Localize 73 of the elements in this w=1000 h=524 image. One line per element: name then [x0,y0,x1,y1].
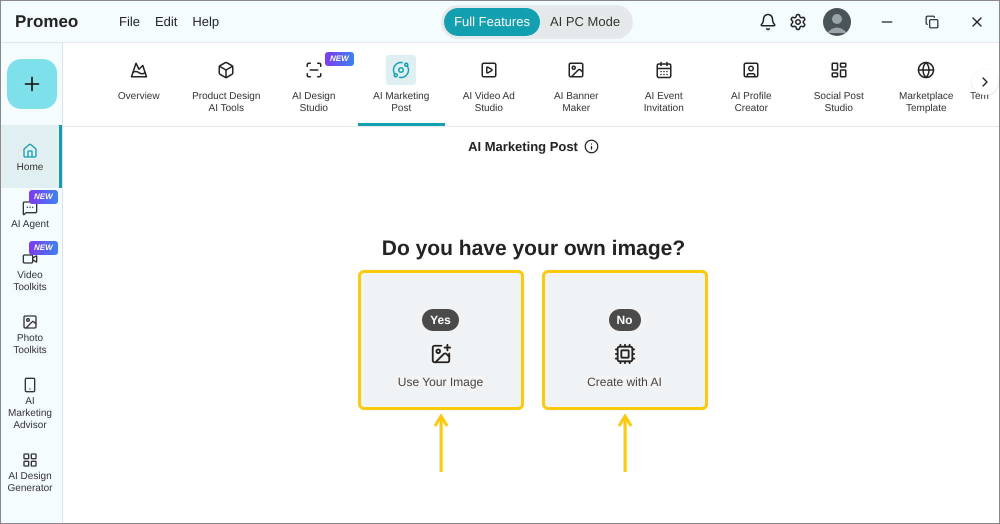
user-icon [742,61,760,79]
tool-tab[interactable]: Social Post Studio [795,43,882,126]
new-badge: NEW [29,241,58,255]
avatar[interactable] [823,8,851,36]
sidebar-item[interactable]: Photo Toolkits [1,302,62,365]
menu-item[interactable]: File [119,12,140,32]
tool-tab[interactable]: NEW AI Design Studio [270,43,358,126]
restore-icon[interactable] [925,14,939,28]
menu-item[interactable]: Help [192,12,220,32]
tool-tab[interactable]: AI Banner Maker [532,43,620,126]
chat-icon [22,200,38,216]
sidebar-item[interactable]: AI Marketing Advisor [1,365,62,440]
question-heading: Do you have your own image? [380,236,686,262]
info-icon[interactable] [584,139,599,154]
play-icon [480,61,498,79]
mode-tab[interactable]: AI PC Mode [540,8,630,36]
tool-tab[interactable]: Marketplace Template [882,43,970,126]
sidebar-item[interactable]: NEW Video Toolkits [1,239,62,302]
home-icon [22,143,38,159]
sidebar-item[interactable]: AI Design Generator [1,440,62,503]
sidebar-label: Photo Toolkits [12,333,48,357]
option-tag: Yes [422,309,459,331]
tab-label: AI Video Ad Studio [462,91,516,115]
tool-tab[interactable]: AI Marketing Post [358,43,445,126]
tool-tab[interactable]: Overview [95,43,182,126]
new-button[interactable] [6,59,56,109]
notification-icon[interactable] [759,12,777,30]
chip-icon [614,343,636,365]
sidebar-label: AI Marketing Advisor [7,396,53,432]
arrow-annotation [434,414,448,472]
tool-tab[interactable]: AI Profile Creator [708,43,795,126]
tab-label: Product Design AI Tools [191,91,262,115]
settings-icon[interactable] [789,12,807,30]
grid-icon [830,61,848,79]
tab-label: AI Banner Maker [553,91,600,115]
globe-icon [917,61,936,79]
sidebar-item[interactable]: Home [1,125,62,188]
phone-icon [22,377,38,393]
scan-icon [304,61,323,79]
tab-label: Social Post Studio [812,91,865,115]
page-title: AI Marketing Post [468,138,578,156]
option-tag: No [608,309,640,331]
tool-tab[interactable]: AI Video Ad Studio [445,43,532,126]
sidebar-label: Home [16,162,44,174]
tab-label: AI Marketing Post [372,91,430,115]
sidebar-label: AI Design Generator [6,471,54,495]
sidebar-label: Video Toolkits [12,270,48,294]
tab-label: Marketplace Template [898,91,954,115]
sidebar-item[interactable]: NEW AI Agent [1,188,62,239]
grid-icon [22,452,38,468]
new-badge: NEW [29,190,58,204]
tab-label: AI Profile Creator [730,91,773,115]
tool-tab[interactable]: Product Design AI Tools [182,43,270,126]
sidebar-label: AI Agent [10,219,50,231]
tab-label: AI Design Studio [291,91,336,115]
orbit-icon [392,61,410,79]
option-label: Create with AI [587,374,662,391]
app-title: Promeo [15,10,80,33]
cube-icon [217,61,236,79]
image-plus-icon [430,343,452,365]
calendar-icon [654,61,673,79]
menu-item[interactable]: Edit [154,12,178,32]
option-card[interactable]: No Create with AI [542,270,708,410]
image-icon [22,314,38,330]
tab-label: Overview [116,91,161,103]
mountain-icon [130,61,148,79]
new-badge: NEW [325,52,354,66]
option-card[interactable]: Yes Use Your Image [358,270,524,410]
tab-label: AI Event Invitation [642,91,685,115]
tool-tab[interactable]: AI Event Invitation [620,43,708,126]
arrow-annotation [618,414,632,472]
image-icon [567,61,586,79]
option-label: Use Your Image [398,374,484,391]
